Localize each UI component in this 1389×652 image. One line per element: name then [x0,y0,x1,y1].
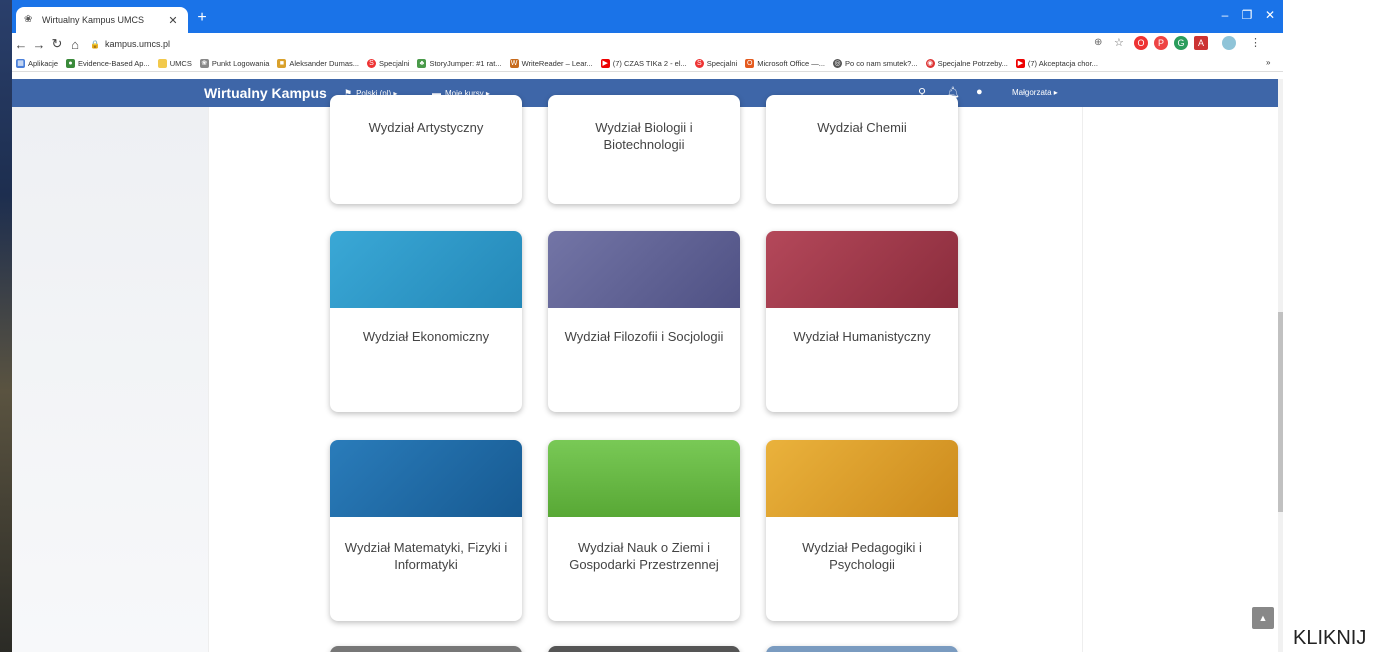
address-bar-row: ← → ↻ ⌂ 🔒 kampus.umcs.pl ⊕ ☆ O P G A ⋮ [12,33,1283,55]
faculty-card-image [330,440,522,517]
extension-icon[interactable]: G [1174,36,1188,50]
tab-title: Wirtualny Kampus UMCS [42,15,145,25]
faculty-card-image [766,440,958,517]
faculty-card[interactable]: Wydział Nauk o Ziemi i Gospodarki Przest… [548,440,740,621]
extension-icon[interactable]: O [1134,36,1148,50]
tab-bar: ❀ Wirtualny Kampus UMCS ✕ + – ❐ ✕ [12,0,1283,33]
faculty-card-image [548,440,740,517]
bookmark-item[interactable]: ◎ Po co nam smutek?... [833,58,918,68]
close-window-icon[interactable]: ✕ [1260,8,1280,22]
faculty-card-label: Wydział Chemii [817,120,907,135]
faculty-card-label: Wydział Matematyki, Fizyki i Informatyki [344,540,508,572]
bookmark-item[interactable]: ● Evidence-Based Ap... [66,58,150,68]
lock-icon: 🔒 [90,39,100,49]
menu-icon[interactable]: ⋮ [1250,36,1261,49]
reload-icon[interactable]: ↻ [48,36,66,52]
faculty-card[interactable]: Wydział Filozofii i Socjologii [548,231,740,412]
star-icon[interactable]: ☆ [1114,36,1124,49]
faculty-card[interactable]: Wydział Biologii i Biotechnologii [548,95,740,204]
site-brand[interactable]: Wirtualny Kampus [204,85,327,101]
faculty-card-image [548,231,740,308]
left-sidebar [12,107,208,652]
new-tab-button[interactable]: + [192,9,212,27]
screen: ❀ Wirtualny Kampus UMCS ✕ + – ❐ ✕ ← → ↻ … [0,0,1389,652]
bookmark-item[interactable]: O Microsoft Office —... [745,58,825,68]
user-menu[interactable]: Małgorzata ▸ [1012,88,1058,97]
faculty-card[interactable]: Wydział Humanistyczny [766,231,958,412]
bookmark-item[interactable]: S Specjalni [694,58,737,68]
faculty-card-label: Wydział Ekonomiczny [362,329,490,344]
pinterest-icon[interactable]: P [1154,36,1168,50]
faculty-card-image [330,231,522,308]
site-favicon-icon: ❀ [24,14,33,25]
extension-icon[interactable]: A [1194,36,1208,50]
bookmark-item[interactable]: S Specjalni [367,58,409,68]
zoom-icon[interactable]: ⊕ [1094,37,1102,48]
close-tab-icon[interactable]: ✕ [166,14,180,27]
back-to-top-button[interactable]: ▲ [1252,607,1274,629]
faculty-card-label: Wydział Pedagogiki i Psychologii [802,540,922,572]
bookmark-item[interactable]: ■ Aleksander Dumas... [277,58,359,68]
faculty-card[interactable]: Wydział Artystyczny [330,95,522,204]
faculty-card[interactable]: Wydział Matematyki, Fizyki i Informatyki [330,440,522,621]
bookmark-item[interactable]: ◉ Specjalne Potrzeby... [925,58,1008,68]
bookmark-item[interactable]: ▶ (7) Akceptacja chor... [1015,58,1098,68]
url-text: kampus.umcs.pl [104,39,170,49]
faculty-card-label: Wydział Humanistyczny [793,329,931,344]
forward-icon[interactable]: → [30,37,48,52]
faculty-card[interactable] [766,646,958,652]
bookmark-item[interactable]: UMCS [157,58,192,68]
home-icon[interactable]: ⌂ [66,37,84,52]
chat-icon[interactable]: ● [976,86,983,98]
bookmark-item[interactable]: ❀ Punkt Logowania [199,58,269,68]
right-sidebar [1083,107,1278,652]
faculty-card[interactable] [330,646,522,652]
faculty-card[interactable]: Wydział Ekonomiczny [330,231,522,412]
back-icon[interactable]: ← [12,37,30,52]
bookmark-item[interactable]: ▦ Aplikacje [16,58,58,68]
scrollbar-thumb[interactable] [1278,312,1283,512]
more-bookmarks-icon[interactable]: » [1266,58,1270,67]
faculty-card[interactable]: Wydział Chemii [766,95,958,204]
faculty-card-label: Wydział Nauk o Ziemi i Gospodarki Przest… [569,540,719,572]
faculty-card-label: Wydział Artystyczny [368,120,484,135]
minimize-icon[interactable]: – [1215,8,1235,22]
faculty-card[interactable] [548,646,740,652]
url-field[interactable]: 🔒 kampus.umcs.pl [90,39,170,49]
faculty-card-label: Wydział Filozofii i Socjologii [564,329,724,344]
profile-avatar[interactable] [1222,36,1236,50]
desktop-background [0,0,12,652]
restore-icon[interactable]: ❐ [1237,8,1257,22]
faculty-card-label: Wydział Biologii i Biotechnologii [595,120,693,152]
bookmark-item[interactable]: ▶ (7) CZAS TIKa 2 - el... [600,58,687,68]
bookmark-item[interactable]: ♣ StoryJumper: #1 rat... [417,58,502,68]
browser-window: ❀ Wirtualny Kampus UMCS ✕ + – ❐ ✕ ← → ↻ … [12,0,1283,652]
instruction-caption: KLIKNIJ [1293,627,1367,649]
bookmarks-bar: ▦ Aplikacje ● Evidence-Based Ap... UMCS ❀ P… [12,55,1283,72]
bookmark-item[interactable]: W WriteReader – Lear... [509,58,593,68]
faculty-card[interactable]: Wydział Pedagogiki i Psychologii [766,440,958,621]
browser-tab[interactable]: ❀ Wirtualny Kampus UMCS ✕ [16,7,188,33]
faculty-card-image [766,231,958,308]
